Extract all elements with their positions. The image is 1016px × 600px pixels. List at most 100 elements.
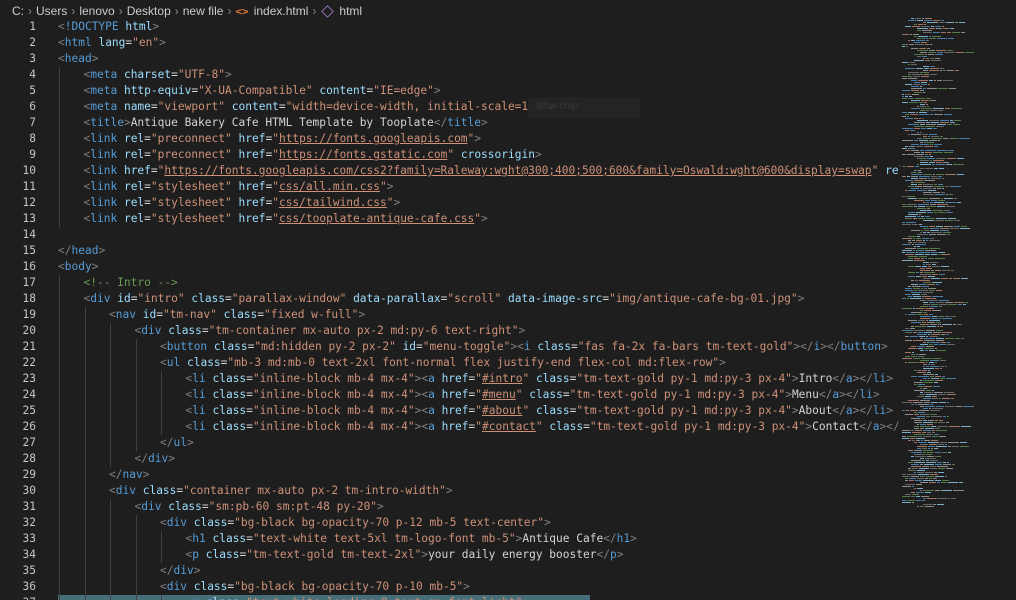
minimap-line [916,252,918,253]
line-number[interactable]: 9 [0,147,36,163]
line-number[interactable]: 1 [0,19,36,35]
line-number[interactable]: 25 [0,403,36,419]
line-number[interactable]: 13 [0,211,36,227]
line-number[interactable]: 31 [0,499,36,515]
line-number[interactable]: 32 [0,515,36,531]
line-number[interactable]: 2 [0,35,36,51]
code-token: = [246,420,253,433]
code-line[interactable]: 4 <meta charset="UTF-8"> [0,67,900,83]
line-number[interactable]: 19 [0,307,36,323]
line-number[interactable]: 33 [0,531,36,547]
line-number[interactable]: 17 [0,275,36,291]
code-line[interactable]: 29 </nav> [0,467,900,483]
line-number[interactable]: 11 [0,179,36,195]
line-number[interactable]: 29 [0,467,36,483]
code-line[interactable]: 11 <link rel="stylesheet" href="css/all.m… [0,179,900,195]
code-token: ></ [852,372,873,385]
line-number[interactable]: 16 [0,259,36,275]
code-line[interactable]: 8 <link rel="preconnect" href="https://fo… [0,131,900,147]
line-number[interactable]: 6 [0,99,36,115]
code-token: > [616,548,624,561]
code-line[interactable]: 12 <link rel="stylesheet" href="css/tailw… [0,195,900,211]
code-line[interactable]: 36 <div class="bg-black bg-opacity-70 p-1… [0,579,900,595]
minimap-line [940,120,949,121]
line-number[interactable]: 24 [0,387,36,403]
line-number[interactable]: 20 [0,323,36,339]
minimap-line [935,374,938,375]
breadcrumb-lenovo[interactable]: lenovo [79,4,114,18]
line-number[interactable]: 15 [0,243,36,259]
code-line[interactable]: 31 <div class="sm:pb-60 sm:pt-48 py-20"> [0,499,900,515]
line-number[interactable]: 14 [0,227,36,243]
code-token: = [278,100,286,113]
breadcrumb-drive[interactable]: C: [12,4,24,18]
code-line[interactable]: 3 <head> [0,51,900,67]
line-number[interactable]: 21 [0,339,36,355]
line-number[interactable]: 36 [0,579,36,595]
code-line[interactable]: 10 <link href="https://fonts.googleapis.c… [0,163,900,179]
breadcrumb-file[interactable]: <> index.html [235,4,308,18]
line-number[interactable]: 12 [0,195,36,211]
line-number[interactable]: 26 [0,419,36,435]
minimap-line [911,492,915,493]
code-line[interactable]: 30 <div class="container mx-auto px-2 tm-… [0,483,900,499]
breadcrumb-users[interactable]: Users [36,4,67,18]
code-line[interactable]: 34 <p class="tm-text-gold tm-text-2xl">yo… [0,547,900,563]
breadcrumb-symbol[interactable]: html [320,4,362,18]
code-line[interactable]: 5 <meta http-equiv="X-UA-Compatible" cont… [0,83,900,99]
line-number[interactable]: 30 [0,483,36,499]
code-line[interactable]: 9 <link rel="preconnect" href="https://fo… [0,147,900,163]
breadcrumb-new-file[interactable]: new file [183,4,224,18]
minimap-line [939,402,946,403]
code-token: < [58,52,65,65]
code-line[interactable]: 25 <li class="inline-block mb-4 mx-4"><a … [0,403,900,419]
code-line[interactable]: 23 <li class="inline-block mb-4 mx-4"><a … [0,371,900,387]
line-number[interactable]: 18 [0,291,36,307]
line-number[interactable]: 4 [0,67,36,83]
line-number[interactable]: 8 [0,131,36,147]
code-line[interactable]: 13 <link rel="stylesheet" href="css/toopl… [0,211,900,227]
code-line[interactable]: 14 [0,227,900,243]
code-line[interactable]: 28 </div> [0,451,900,467]
vertical-scrollbar[interactable] [1004,18,1016,600]
line-number[interactable]: 22 [0,355,36,371]
code-line[interactable]: 24 <li class="inline-block mb-4 mx-4"><a … [0,387,900,403]
code-line[interactable]: 17 <!-- Intro --> [0,275,900,291]
minimap-line [935,380,943,381]
code-token: "fixed w-full" [264,308,359,321]
minimap[interactable] [900,18,1000,518]
code-line[interactable]: 1 <!DOCTYPE html> [0,19,900,35]
code-token: css/all.min.css [278,180,380,193]
code-line[interactable]: 32 <div class="bg-black bg-opacity-70 p-1… [0,515,900,531]
minimap-line [933,128,937,129]
line-number[interactable]: 7 [0,115,36,131]
line-number[interactable]: 3 [0,51,36,67]
indent-guide [84,323,86,339]
code-line[interactable]: 6 <meta name="viewport" content="width=de… [0,99,900,115]
code-line[interactable]: 22 <ul class="mb-3 md:mb-0 text-2xl font-… [0,355,900,371]
code-line[interactable]: 20 <div class="tm-container mx-auto px-2 … [0,323,900,339]
line-number[interactable]: 10 [0,163,36,179]
line-number[interactable]: 34 [0,547,36,563]
line-number[interactable]: 28 [0,451,36,467]
code-line[interactable]: 21 <button class="md:hidden py-2 px-2" id… [0,339,900,355]
code-line[interactable]: 7 <title>Antique Bakery Cafe HTML Templat… [0,115,900,131]
code-line[interactable]: 33 <h1 class="text-white text-5xl tm-logo… [0,531,900,547]
code-line[interactable]: 15 </head> [0,243,900,259]
code-line[interactable]: 18 <div id="intro" class="parallax-window… [0,291,900,307]
line-number[interactable]: 35 [0,563,36,579]
code-editor[interactable]: 1 <!DOCTYPE html> 2 <html lang="en"> 3 <head>… [0,18,900,600]
line-number[interactable]: 27 [0,435,36,451]
line-number[interactable]: 37 [0,595,36,600]
code-line[interactable]: 16 <body> [0,259,900,275]
minimap-line [930,360,939,361]
code-line[interactable]: 35 </div> [0,563,900,579]
code-line[interactable]: 27 </ul> [0,435,900,451]
line-number[interactable]: 5 [0,83,36,99]
code-line[interactable]: 37 <p class="text-white leading-8 text-sm… [0,595,900,600]
breadcrumb-desktop[interactable]: Desktop [127,4,171,18]
code-line[interactable]: 2 <html lang="en"> [0,35,900,51]
code-line[interactable]: 19 <nav id="tm-nav" class="fixed w-full"> [0,307,900,323]
code-line[interactable]: 26 <li class="inline-block mb-4 mx-4"><a … [0,419,900,435]
line-number[interactable]: 23 [0,371,36,387]
